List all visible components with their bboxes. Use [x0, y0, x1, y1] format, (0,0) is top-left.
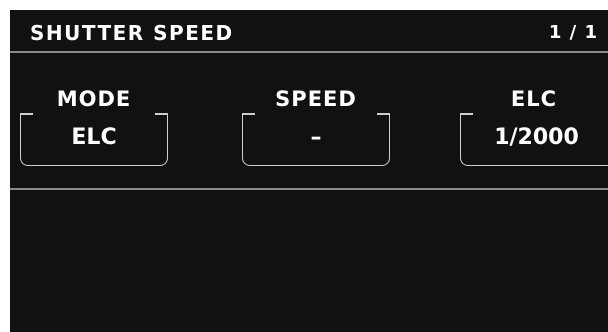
mode-value: ELC — [71, 125, 117, 150]
mode-label: MODE — [56, 87, 132, 111]
speed-selector[interactable]: – — [242, 113, 390, 166]
elc-label: ELC — [510, 87, 558, 111]
mode-selector[interactable]: ELC — [20, 113, 168, 166]
page-indicator: 1 / 1 — [548, 22, 598, 43]
elc-selector[interactable]: 1/2000 — [460, 113, 608, 166]
content-divider — [10, 188, 608, 190]
speed-label: SPEED — [275, 87, 357, 111]
mode-param: MODE ELC — [16, 86, 172, 172]
elc-param: ELC 1/2000 — [456, 86, 608, 172]
elc-value: 1/2000 — [494, 125, 579, 150]
page-title: SHUTTER SPEED — [30, 21, 234, 45]
header-divider — [10, 51, 608, 53]
speed-value: – — [310, 125, 322, 150]
shutter-speed-screen: SHUTTER SPEED 1 / 1 MODE ELC SPEED – ELC… — [10, 10, 608, 332]
speed-param: SPEED – — [238, 86, 394, 172]
